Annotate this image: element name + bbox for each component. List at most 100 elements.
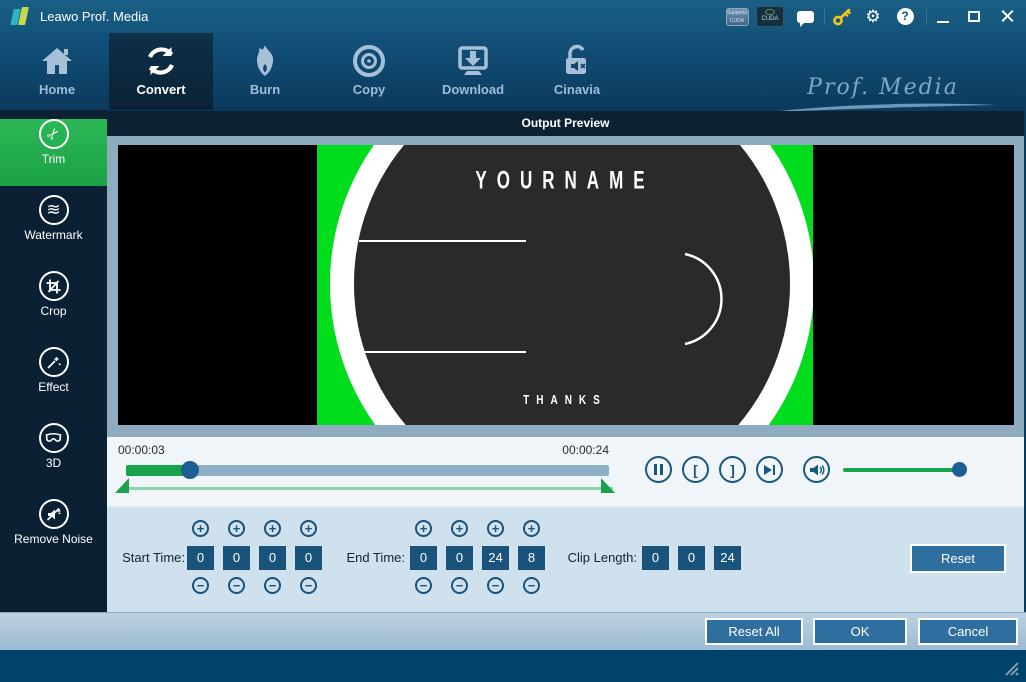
sidebar-item-crop[interactable]: Crop xyxy=(0,271,107,338)
sidebar-item-watermark[interactable]: ≋ Watermark xyxy=(0,195,107,262)
titlebar-separator xyxy=(824,8,825,25)
increment-button[interactable]: + xyxy=(523,520,540,537)
current-time-label: 00:00:03 xyxy=(118,443,165,457)
video-line-top xyxy=(359,240,526,242)
convert-icon xyxy=(142,42,180,80)
video-preview-frame: YOURNAME THANKS xyxy=(107,136,1024,437)
settings-gear-icon[interactable]: ⚙ xyxy=(862,0,884,33)
set-start-button[interactable]: [ xyxy=(682,456,709,483)
ok-button[interactable]: OK xyxy=(813,618,907,645)
brand-script: Prof. Media xyxy=(768,75,998,114)
trim-end-handle[interactable] xyxy=(601,478,615,493)
volume-thumb[interactable] xyxy=(952,462,967,477)
register-key-icon[interactable] xyxy=(830,0,854,33)
trim-start-handle[interactable] xyxy=(115,478,129,493)
reset-button[interactable]: Reset xyxy=(910,544,1006,573)
tab-burn[interactable]: Burn xyxy=(213,33,317,110)
end-minutes-value[interactable]: 0 xyxy=(446,546,473,570)
status-footer xyxy=(0,650,1026,682)
sidebar-item-3d[interactable]: 3D xyxy=(0,423,107,490)
video-line-bottom xyxy=(359,351,526,353)
tab-label: Copy xyxy=(317,82,421,97)
decrement-button[interactable]: − xyxy=(487,577,504,594)
tab-convert[interactable]: Convert xyxy=(109,33,213,110)
pause-icon xyxy=(654,464,663,475)
tab-label: Convert xyxy=(109,82,213,97)
pause-button[interactable] xyxy=(645,456,672,483)
supports-cuda-badge-icon: Supports CUDA xyxy=(725,0,749,33)
decrement-button[interactable]: − xyxy=(264,577,281,594)
decrement-button[interactable]: − xyxy=(228,577,245,594)
set-end-button[interactable]: ] xyxy=(719,456,746,483)
sidebar-item-remove-noise[interactable]: Remove Noise xyxy=(0,499,107,566)
progress-thumb[interactable] xyxy=(181,461,199,479)
clip-length-label: Clip Length: xyxy=(555,550,637,565)
sidebar-item-effect[interactable]: Effect xyxy=(0,347,107,414)
action-bar: Reset All OK Cancel xyxy=(0,612,1026,650)
increment-button[interactable]: + xyxy=(192,520,209,537)
trim-range-track xyxy=(121,487,613,490)
3d-glasses-icon xyxy=(39,423,69,453)
feedback-chat-icon[interactable] xyxy=(795,0,815,33)
decrement-button[interactable]: − xyxy=(523,577,540,594)
copy-disc-icon xyxy=(350,42,388,80)
remove-noise-icon xyxy=(39,499,69,529)
resize-grip[interactable] xyxy=(1001,658,1019,676)
app-window: Leawo Prof. Media Supports CUDA CUDA ⚙ ?… xyxy=(0,0,1026,682)
edit-sidebar: ✂ Trim ≋ Watermark Crop Effect xyxy=(0,110,107,612)
clip-hours-value: 0 xyxy=(642,546,669,570)
help-icon[interactable]: ? xyxy=(894,0,916,33)
cinavia-unlock-icon xyxy=(558,42,596,80)
close-button[interactable] xyxy=(994,0,1020,33)
volume-button[interactable] xyxy=(803,456,830,483)
download-icon xyxy=(454,42,492,80)
decrement-button[interactable]: − xyxy=(192,577,209,594)
play-clip-icon xyxy=(764,465,775,475)
tab-home[interactable]: Home xyxy=(5,33,109,110)
trim-settings-panel: Start Time: + 0 − + 0 − + 0 − + 0 − End … xyxy=(107,505,1024,612)
tab-cinavia[interactable]: Cinavia xyxy=(525,33,629,110)
bracket-open-icon: [ xyxy=(693,463,698,477)
increment-button[interactable]: + xyxy=(228,520,245,537)
clip-minutes-value: 0 xyxy=(678,546,705,570)
decrement-button[interactable]: − xyxy=(300,577,317,594)
reset-all-button[interactable]: Reset All xyxy=(705,618,803,645)
increment-button[interactable]: + xyxy=(451,520,468,537)
cancel-button[interactable]: Cancel xyxy=(918,618,1018,645)
start-time-label: Start Time: xyxy=(107,550,185,565)
start-seconds-value[interactable]: 0 xyxy=(259,546,286,570)
end-seconds-value[interactable]: 24 xyxy=(482,546,509,570)
increment-button[interactable]: + xyxy=(300,520,317,537)
tab-download[interactable]: Download xyxy=(421,33,525,110)
minimize-button[interactable] xyxy=(932,0,954,33)
end-frames-value[interactable]: 8 xyxy=(518,546,545,570)
tab-label: Download xyxy=(421,82,525,97)
end-hours-value[interactable]: 0 xyxy=(410,546,437,570)
watermark-waves-icon: ≋ xyxy=(39,195,69,225)
end-time-label: End Time: xyxy=(329,550,405,565)
tab-copy[interactable]: Copy xyxy=(317,33,421,110)
video-arc-graphic xyxy=(677,250,737,350)
titlebar: Leawo Prof. Media Supports CUDA CUDA ⚙ ? xyxy=(0,0,1026,33)
titlebar-separator xyxy=(926,8,927,25)
increment-button[interactable]: + xyxy=(487,520,504,537)
home-icon xyxy=(38,42,76,80)
start-minutes-value[interactable]: 0 xyxy=(223,546,250,570)
progress-bar[interactable] xyxy=(126,465,609,476)
increment-button[interactable]: + xyxy=(415,520,432,537)
volume-slider[interactable] xyxy=(843,468,965,472)
video-content: YOURNAME THANKS xyxy=(317,145,813,425)
play-clip-button[interactable] xyxy=(756,456,783,483)
start-frames-value[interactable]: 0 xyxy=(295,546,322,570)
sidebar-item-trim[interactable]: ✂ Trim xyxy=(0,119,107,186)
increment-button[interactable]: + xyxy=(264,520,281,537)
decrement-button[interactable]: − xyxy=(415,577,432,594)
trim-scissors-icon: ✂ xyxy=(39,119,69,149)
maximize-button[interactable] xyxy=(962,0,986,33)
end-time-label: 00:00:24 xyxy=(527,443,609,457)
leawo-logo-icon xyxy=(12,7,32,26)
window-title: Leawo Prof. Media xyxy=(40,0,148,33)
speaker-icon xyxy=(809,463,825,477)
start-hours-value[interactable]: 0 xyxy=(187,546,214,570)
decrement-button[interactable]: − xyxy=(451,577,468,594)
